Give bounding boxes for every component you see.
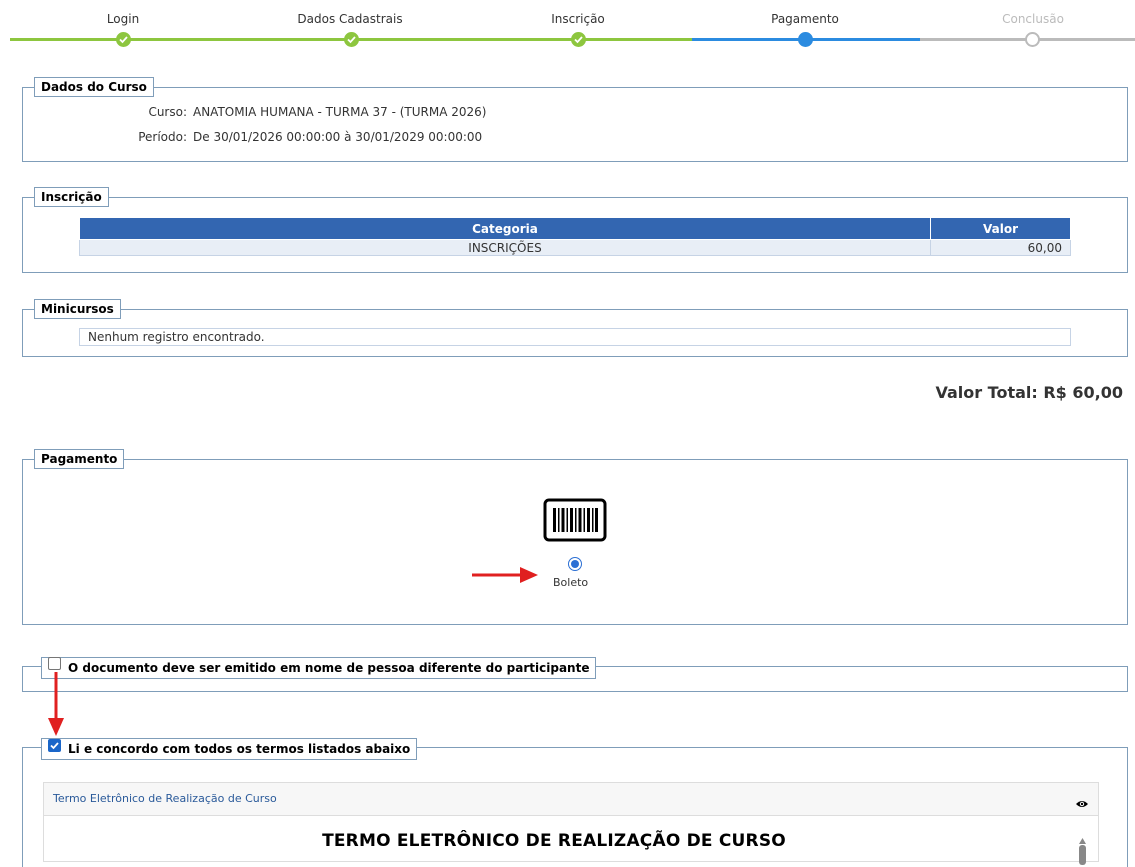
termo-heading: TERMO ELETRÔNICO DE REALIZAÇÃO DE CURSO: [322, 831, 786, 851]
step-inscricao-check-icon: [571, 32, 586, 47]
step-conclusao-pending-dot: [1025, 32, 1040, 47]
inscricao-table: Categoria Valor INSCRIÇÕES 60,00: [79, 217, 1071, 256]
termos-legend: Li e concordo com todos os termos listad…: [41, 738, 418, 760]
termos-checkbox[interactable]: [48, 739, 61, 752]
annotation-arrow-right-icon: [472, 567, 538, 583]
scrollbar-thumb[interactable]: [1079, 845, 1086, 865]
step-conclusao-label: Conclusão: [1002, 12, 1064, 26]
inscricao-legend: Inscrição: [34, 187, 109, 207]
col-categoria-header: Categoria: [79, 217, 931, 240]
periodo-label: Período:: [138, 130, 187, 144]
boleto-radio[interactable]: [568, 557, 582, 571]
step-dados-cadastrais-label: Dados Cadastrais: [297, 12, 403, 26]
boleto-radio-dot: [571, 560, 579, 568]
documento-legend: O documento deve ser emitido em nome de …: [41, 657, 597, 679]
valor-cell: 60,00: [930, 239, 1071, 256]
eye-icon[interactable]: [1075, 794, 1089, 813]
minicursos-fieldset: Minicursos Nenhum registro encontrado.: [22, 299, 1128, 357]
boleto-label[interactable]: Boleto: [553, 576, 588, 589]
step-pagamento-current-dot: [798, 32, 813, 47]
minicursos-empty-row: Nenhum registro encontrado.: [79, 328, 1071, 346]
step-login-check-icon: [116, 32, 131, 47]
step-dados-check-icon: [344, 32, 359, 47]
curso-value: ANATOMIA HUMANA - TURMA 37 - (TURMA 2026…: [193, 105, 487, 119]
col-valor-header: Valor: [930, 217, 1071, 240]
curso-row: Curso: ANATOMIA HUMANA - TURMA 37 - (TURM…: [23, 105, 486, 119]
pagamento-legend: Pagamento: [34, 449, 125, 469]
progress-stepper: Login Dados Cadastrais Inscrição Pagamen…: [0, 0, 1135, 50]
termo-panel-title: Termo Eletrônico de Realização de Curso: [53, 792, 277, 805]
step-login-label: Login: [106, 12, 140, 26]
termo-panel: Termo Eletrônico de Realização de Curso …: [43, 782, 1099, 865]
dados-curso-legend: Dados do Curso: [34, 77, 154, 97]
periodo-value: De 30/01/2026 00:00:00 à 30/01/2029 00:0…: [193, 130, 483, 144]
table-row: INSCRIÇÕES 60,00: [79, 239, 1071, 256]
dados-curso-fieldset: Dados do Curso Curso: ANATOMIA HUMANA - T…: [22, 77, 1128, 162]
step-inscricao-label: Inscrição: [551, 12, 605, 26]
termo-panel-header: Termo Eletrônico de Realização de Curso: [44, 783, 1098, 816]
step-pagamento-label: Pagamento: [771, 12, 839, 26]
periodo-row: Período: De 30/01/2026 00:00:00 à 30/01/2…: [23, 130, 482, 144]
barcode-icon[interactable]: [543, 498, 607, 546]
minicursos-legend: Minicursos: [34, 299, 121, 319]
categoria-cell: INSCRIÇÕES: [79, 239, 931, 256]
curso-label: Curso:: [148, 105, 187, 119]
inscricao-fieldset: Inscrição Categoria Valor INSCRIÇÕES 60,…: [22, 187, 1128, 273]
documento-checkbox[interactable]: [48, 657, 61, 670]
valor-total: Valor Total: R$ 60,00: [935, 383, 1123, 402]
annotation-arrow-down-icon: [48, 672, 64, 736]
